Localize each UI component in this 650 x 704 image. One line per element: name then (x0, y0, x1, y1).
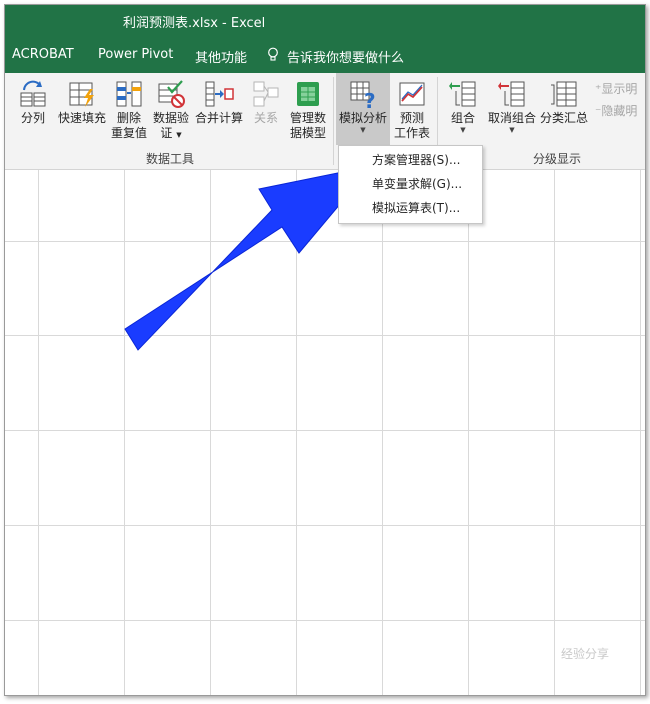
annotation-arrow-icon (124, 165, 374, 351)
excel-window: 利润预测表.xlsx - Excel ACROBAT Power Pivot 其… (4, 4, 646, 696)
watermark: 经验分享 (561, 647, 610, 661)
menu-item-goal-seek[interactable]: 单变量求解(G)... (339, 172, 482, 196)
menu-item-data-table[interactable]: 模拟运算表(T)... (339, 196, 482, 220)
whatif-dropdown-menu: 方案管理器(S)... 单变量求解(G)... 模拟运算表(T)... (338, 145, 483, 224)
menu-item-scenario-manager[interactable]: 方案管理器(S)... (339, 148, 482, 172)
